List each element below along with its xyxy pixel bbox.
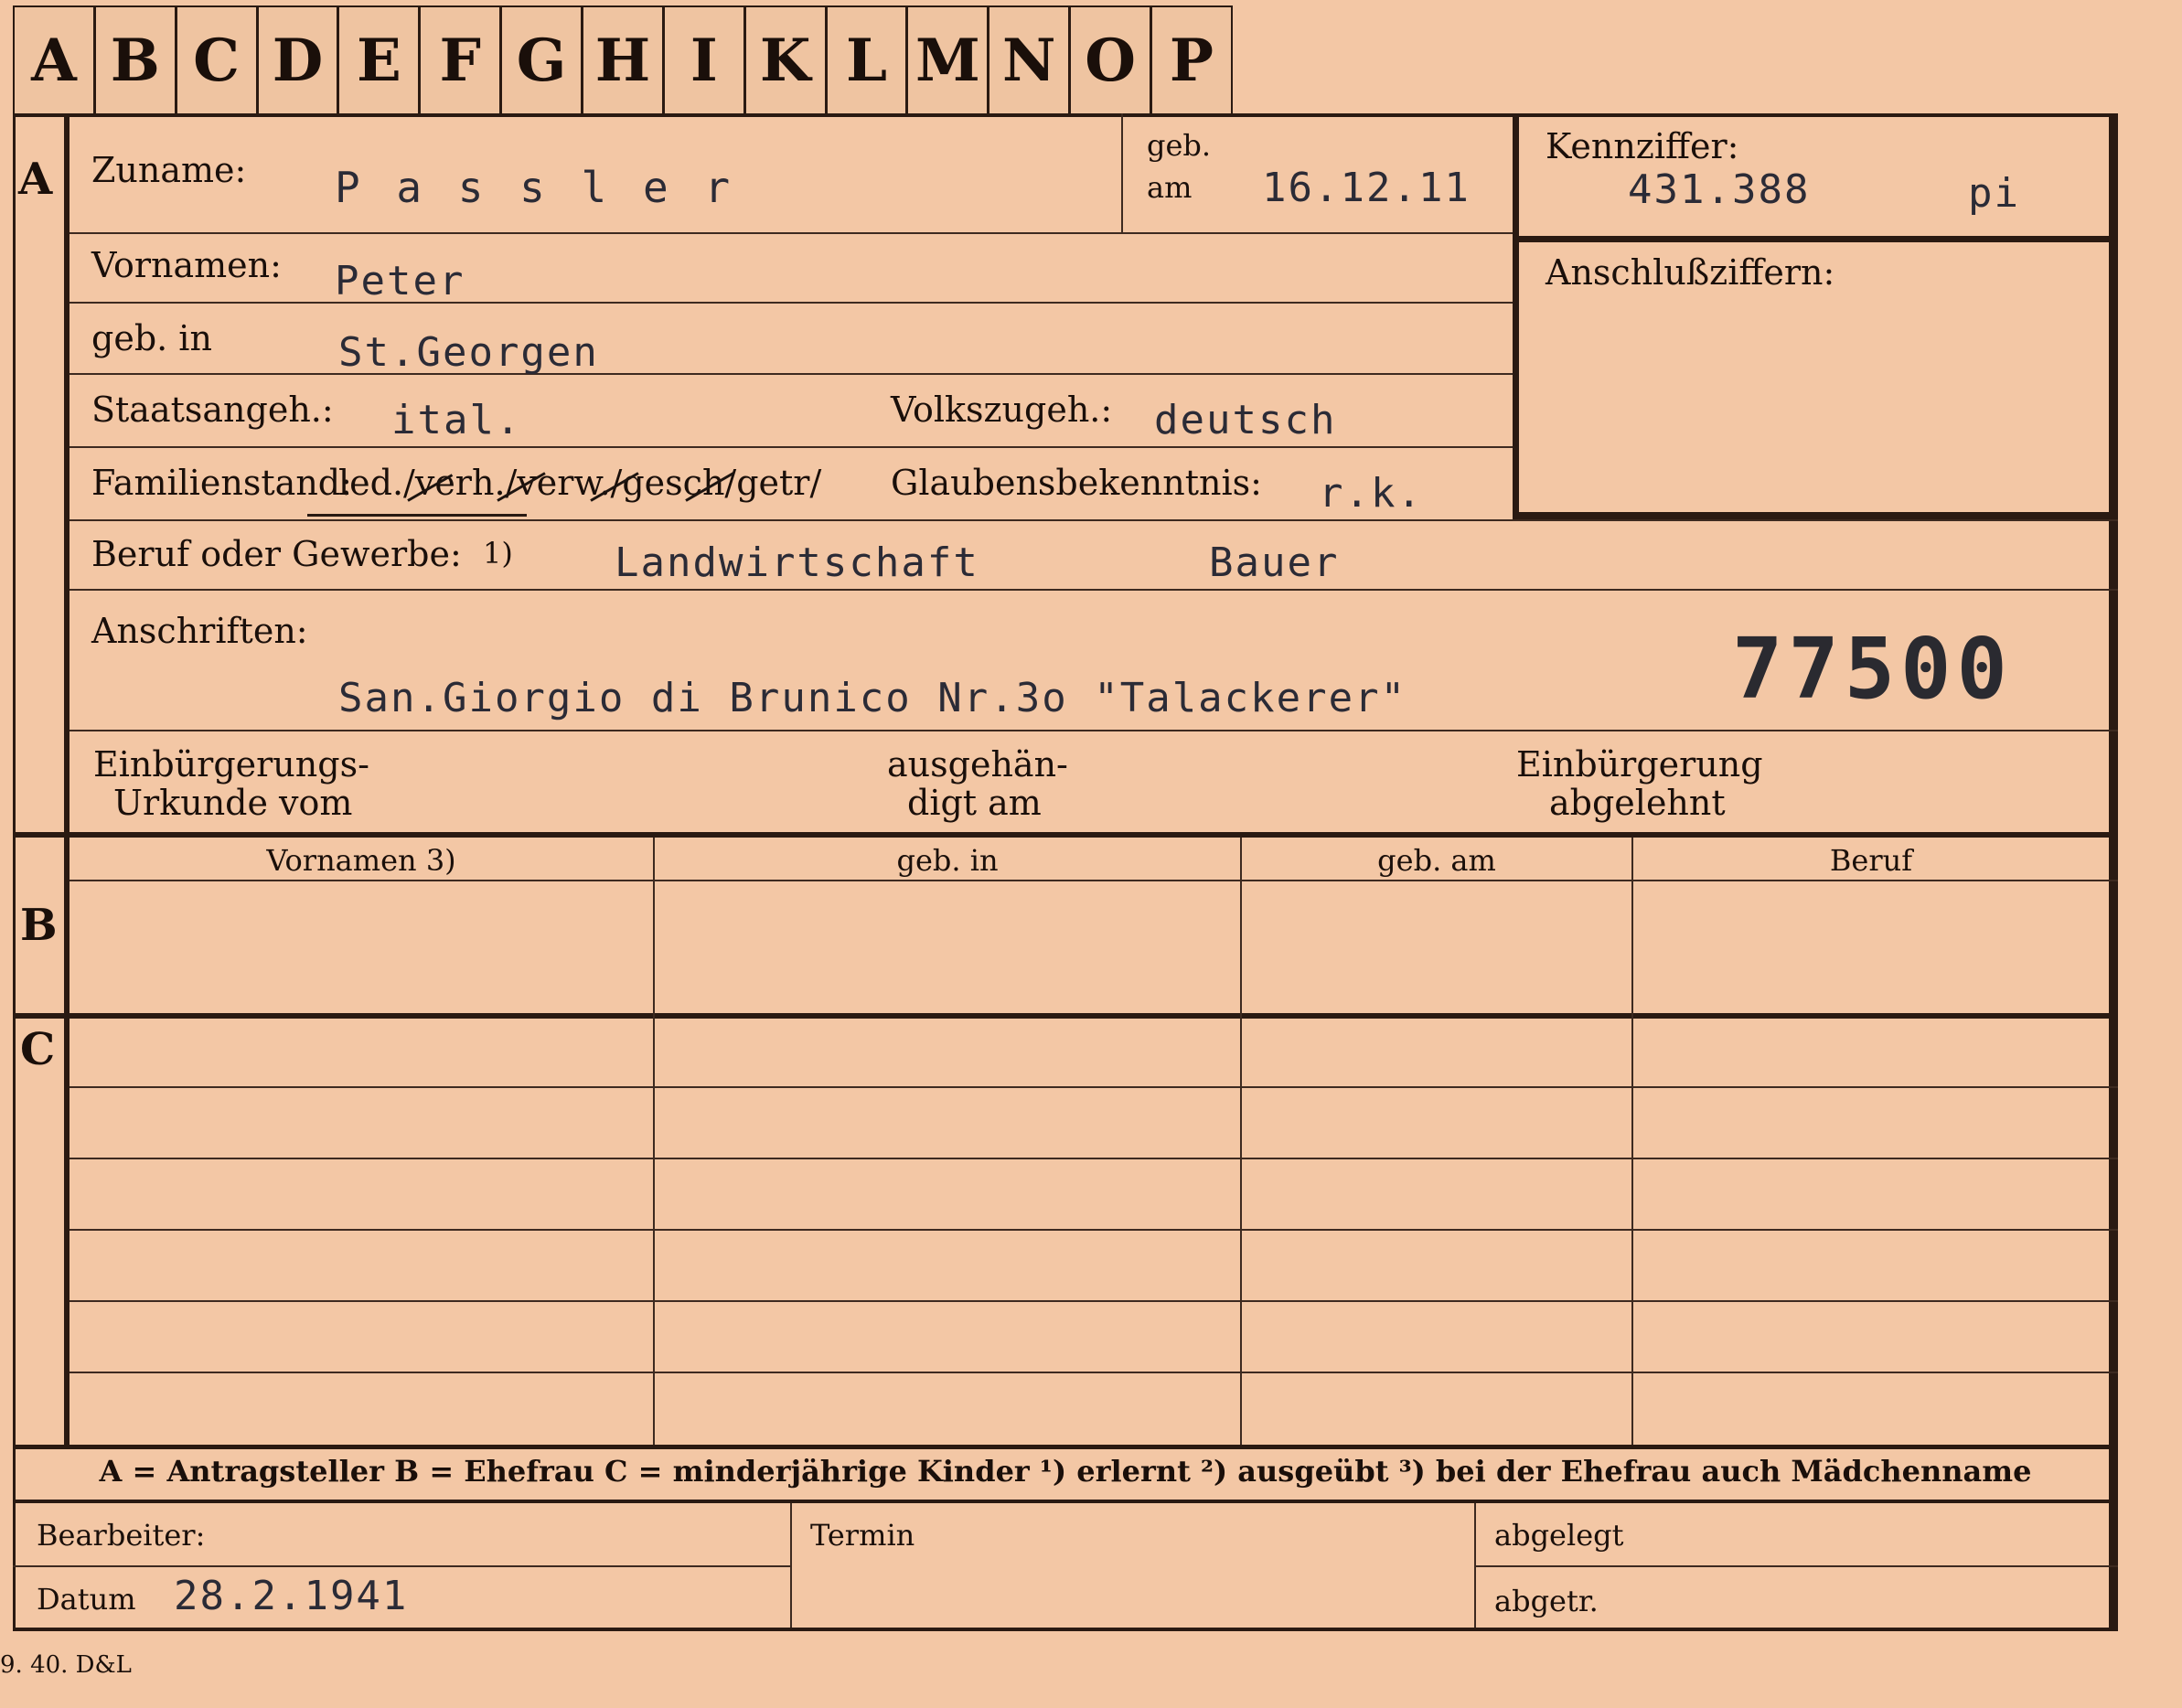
frame-bottom bbox=[13, 1628, 2118, 1631]
section-b-letter: B bbox=[20, 900, 58, 951]
geb-in-value[interactable]: St.Georgen bbox=[338, 329, 599, 376]
frame-right bbox=[2109, 113, 2118, 1631]
abgelehnt-label-1: Einbürgerung bbox=[1516, 744, 1763, 785]
col-geb-am: geb. am bbox=[1377, 843, 1496, 878]
section-column-divider bbox=[64, 113, 70, 1445]
glaubensbekenntnis-value[interactable]: r.k. bbox=[1319, 470, 1423, 517]
abgetr-label: abgetr. bbox=[1494, 1584, 1599, 1618]
tab-n[interactable]: N bbox=[989, 7, 1072, 113]
tab-l[interactable]: L bbox=[828, 7, 909, 113]
staatsangeh-label: Staatsangeh.: bbox=[91, 390, 334, 430]
tab-h[interactable]: H bbox=[583, 7, 665, 113]
row-line bbox=[70, 302, 1513, 304]
row-line bbox=[70, 730, 2118, 731]
legend-bottom bbox=[13, 1500, 2118, 1503]
beruf-value-1[interactable]: Landwirtschaft bbox=[615, 539, 979, 586]
anschrift-value[interactable]: San.Giorgio di Brunico Nr.3o "Talackerer… bbox=[338, 675, 1407, 721]
geb-am-label-2: am bbox=[1147, 170, 1193, 205]
table-col-divider bbox=[653, 838, 655, 1445]
row-line bbox=[70, 589, 2118, 591]
row-line bbox=[70, 373, 1513, 375]
beruf-value-2[interactable]: Bauer bbox=[1209, 539, 1339, 586]
row-line bbox=[70, 519, 2118, 521]
alphabet-tabs: A B C D E F G H I K L M N O P bbox=[13, 5, 1233, 113]
tab-d[interactable]: D bbox=[259, 7, 340, 113]
einbuergerung-label-2: Urkunde vom bbox=[113, 783, 353, 823]
abgelehnt-label-2: abgelehnt bbox=[1549, 783, 1726, 823]
section-c-letter: C bbox=[20, 1024, 56, 1075]
anschriften-label: Anschriften: bbox=[91, 611, 308, 651]
tab-o[interactable]: O bbox=[1071, 7, 1153, 113]
beruf-label: Beruf oder Gewerbe: bbox=[91, 534, 462, 574]
col-beruf: Beruf bbox=[1829, 843, 1913, 878]
bearbeiter-line bbox=[13, 1565, 790, 1567]
tab-k[interactable]: K bbox=[746, 7, 828, 113]
volkszugeh-label: Volkszugeh.: bbox=[891, 390, 1113, 430]
stamp-number: 77500 bbox=[1732, 620, 2013, 718]
tab-i[interactable]: I bbox=[665, 7, 746, 113]
legend-top bbox=[13, 1445, 2118, 1449]
c-row-line bbox=[70, 1300, 2118, 1302]
termin-divider-left bbox=[790, 1503, 792, 1628]
row-line bbox=[70, 446, 1513, 448]
volkszugeh-value[interactable]: deutsch bbox=[1154, 397, 1336, 443]
tab-p[interactable]: P bbox=[1152, 7, 1231, 113]
geb-in-label: geb. in bbox=[91, 318, 212, 358]
anschlussziffern-label: Anschlußziffern: bbox=[1546, 252, 1835, 293]
geb-am-label-1: geb. bbox=[1147, 128, 1212, 163]
tab-b[interactable]: B bbox=[96, 7, 177, 113]
geb-am-value[interactable]: 16.12.11 bbox=[1262, 165, 1471, 211]
section-b-bottom bbox=[13, 1013, 2118, 1019]
c-row-line bbox=[70, 1372, 2118, 1373]
tab-f[interactable]: F bbox=[421, 7, 503, 113]
vornamen-label: Vornamen: bbox=[91, 245, 282, 285]
frame-left bbox=[13, 113, 16, 1631]
tab-m[interactable]: M bbox=[908, 7, 990, 113]
glaubensbekenntnis-label: Glaubensbekenntnis: bbox=[891, 463, 1262, 503]
tab-g[interactable]: G bbox=[502, 7, 584, 113]
bearbeiter-label: Bearbeiter: bbox=[37, 1518, 206, 1553]
kennziffer-box-left bbox=[1513, 113, 1519, 518]
tab-e[interactable]: E bbox=[339, 7, 422, 113]
table-col-divider bbox=[1631, 838, 1633, 1445]
c-row-line bbox=[70, 1086, 2118, 1088]
kennziffer-box-bottom bbox=[1513, 512, 2118, 519]
table-col-divider bbox=[1240, 838, 1242, 1445]
row-line bbox=[70, 232, 1513, 234]
termin-divider-right bbox=[1474, 1503, 1476, 1628]
datum-label: Datum bbox=[37, 1582, 136, 1617]
familienstand-label: Familienstand: bbox=[91, 463, 352, 503]
kennziffer-suffix[interactable]: pi bbox=[1968, 170, 2020, 217]
zuname-label: Zuname: bbox=[91, 150, 247, 190]
registration-card: A B C Zuname: P a s s l e r geb. am 16.1… bbox=[13, 113, 2118, 1631]
datum-value[interactable]: 28.2.1941 bbox=[174, 1573, 408, 1619]
c-row-line bbox=[70, 1158, 2118, 1159]
vornamen-value[interactable]: Peter bbox=[335, 258, 465, 304]
tab-c[interactable]: C bbox=[177, 7, 259, 113]
beruf-note: 1) bbox=[483, 536, 513, 571]
col-vornamen: Vornamen 3) bbox=[266, 843, 456, 878]
einbuergerung-label-1: Einbürgerungs- bbox=[93, 744, 369, 785]
legend-text: A = Antragsteller B = Ehefrau C = minder… bbox=[99, 1454, 2032, 1489]
section-a-letter: A bbox=[18, 154, 53, 205]
kennziffer-label: Kennziffer: bbox=[1546, 126, 1739, 166]
tab-a[interactable]: A bbox=[15, 7, 96, 113]
c-row-line bbox=[70, 1229, 2118, 1231]
familienstand-underline bbox=[307, 514, 527, 517]
ausgehaendigt-label-1: ausgehän- bbox=[887, 744, 1068, 785]
staatsangeh-value[interactable]: ital. bbox=[391, 397, 521, 443]
geb-am-divider bbox=[1121, 113, 1123, 232]
col-geb-in: geb. in bbox=[896, 843, 999, 878]
kennziffer-box-divider bbox=[1513, 236, 2118, 242]
termin-label: Termin bbox=[810, 1518, 915, 1553]
ausgehaendigt-label-2: digt am bbox=[907, 783, 1042, 823]
zuname-value[interactable]: P a s s l e r bbox=[335, 163, 735, 212]
table-header-line bbox=[70, 880, 2118, 881]
abgelegt-label: abgelegt bbox=[1494, 1518, 1624, 1553]
frame-top bbox=[13, 113, 2118, 117]
abgelegt-line bbox=[1476, 1565, 2118, 1567]
section-a-bottom bbox=[13, 832, 2118, 838]
kennziffer-value[interactable]: 431.388 bbox=[1628, 166, 1810, 213]
print-code: 9. 40. D&L bbox=[0, 1651, 132, 1679]
